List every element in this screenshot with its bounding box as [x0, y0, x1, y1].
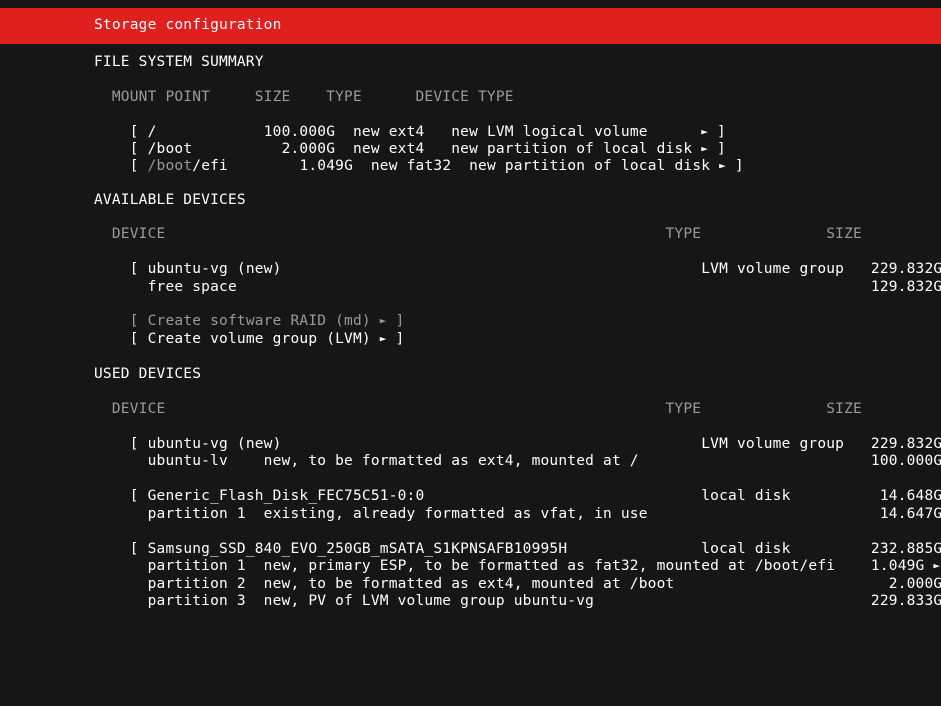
- bracket: [: [129, 158, 148, 174]
- used-device-samsung-ssd[interactable]: [ Samsung_SSD_840_EVO_250GB_mSATA_S1KPNS…: [94, 522, 941, 557]
- used-device-ssd-partition-1[interactable]: partition 1 new, primary ESP, to be form…: [94, 539, 940, 574]
- used-device-ssd-partition-3[interactable]: partition 3 new, PV of LVM volume group …: [94, 574, 941, 609]
- arrow-icon: ►: [379, 332, 387, 345]
- button-label: [ Create volume group (LVM): [129, 331, 380, 347]
- create-volume-group-button[interactable]: [ Create volume group (LVM) ► ]: [94, 312, 405, 347]
- used-device-ssd-partition-2[interactable]: partition 2 new, to be formatted as ext4…: [94, 557, 941, 592]
- device-row-text: partition 1 existing, already formatted …: [129, 506, 941, 522]
- device-row-text: free space 129.832G: [129, 279, 941, 295]
- bracket: ]: [725, 158, 744, 174]
- available-device-ubuntu-vg[interactable]: [ ubuntu-vg (new) LVM volume group 229.8…: [94, 242, 941, 277]
- mount-point: /efi: [192, 158, 228, 174]
- fs-row-details: 1.049G new fat32 new partition of local …: [228, 158, 720, 174]
- used-device-generic-flash-disk[interactable]: [ Generic_Flash_Disk_FEC75C51-0:0 local …: [94, 469, 941, 504]
- used-device-ubuntu-vg[interactable]: [ ubuntu-vg (new) LVM volume group 229.8…: [94, 417, 941, 452]
- used-device-ubuntu-lv[interactable]: ubuntu-lv new, to be formatted as ext4, …: [94, 434, 941, 469]
- fs-row-boot-efi[interactable]: [ /boot/efi 1.049G new fat32 new partiti…: [94, 139, 744, 174]
- used-devices-header: DEVICE TYPE SIZE: [94, 401, 862, 417]
- section-heading-available-devices: AVAILABLE DEVICES: [94, 192, 246, 208]
- mount-point-parent: /boot: [147, 158, 193, 174]
- section-heading-used-devices: USED DEVICES: [94, 366, 202, 382]
- available-free-space[interactable]: free space 129.832G ►: [94, 260, 941, 295]
- installer-screen: Storage configuration FILE SYSTEM SUMMAR…: [0, 0, 941, 706]
- fs-row-boot[interactable]: [ /boot 2.000G new ext4 new partition of…: [94, 122, 726, 157]
- fs-summary-header: MOUNT POINT SIZE TYPE DEVICE TYPE: [94, 89, 514, 105]
- title-bar: Storage configuration: [0, 8, 941, 44]
- expand-arrow-icon[interactable]: ►: [719, 159, 726, 172]
- create-software-raid-button: [ Create software RAID (md) ► ]: [94, 294, 405, 329]
- available-devices-header: DEVICE TYPE SIZE: [94, 226, 862, 242]
- page-title: Storage configuration: [94, 17, 282, 33]
- device-row-text: partition 3 new, PV of LVM volume group …: [129, 593, 941, 609]
- fs-row-root[interactable]: [ / 100.000G new ext4 new LVM logical vo…: [94, 105, 726, 140]
- used-device-flash-partition-1[interactable]: partition 1 existing, already formatted …: [94, 487, 941, 522]
- device-row-text: ubuntu-lv new, to be formatted as ext4, …: [129, 453, 941, 469]
- bracket: ]: [386, 331, 405, 347]
- section-heading-file-system-summary: FILE SYSTEM SUMMARY: [94, 54, 264, 70]
